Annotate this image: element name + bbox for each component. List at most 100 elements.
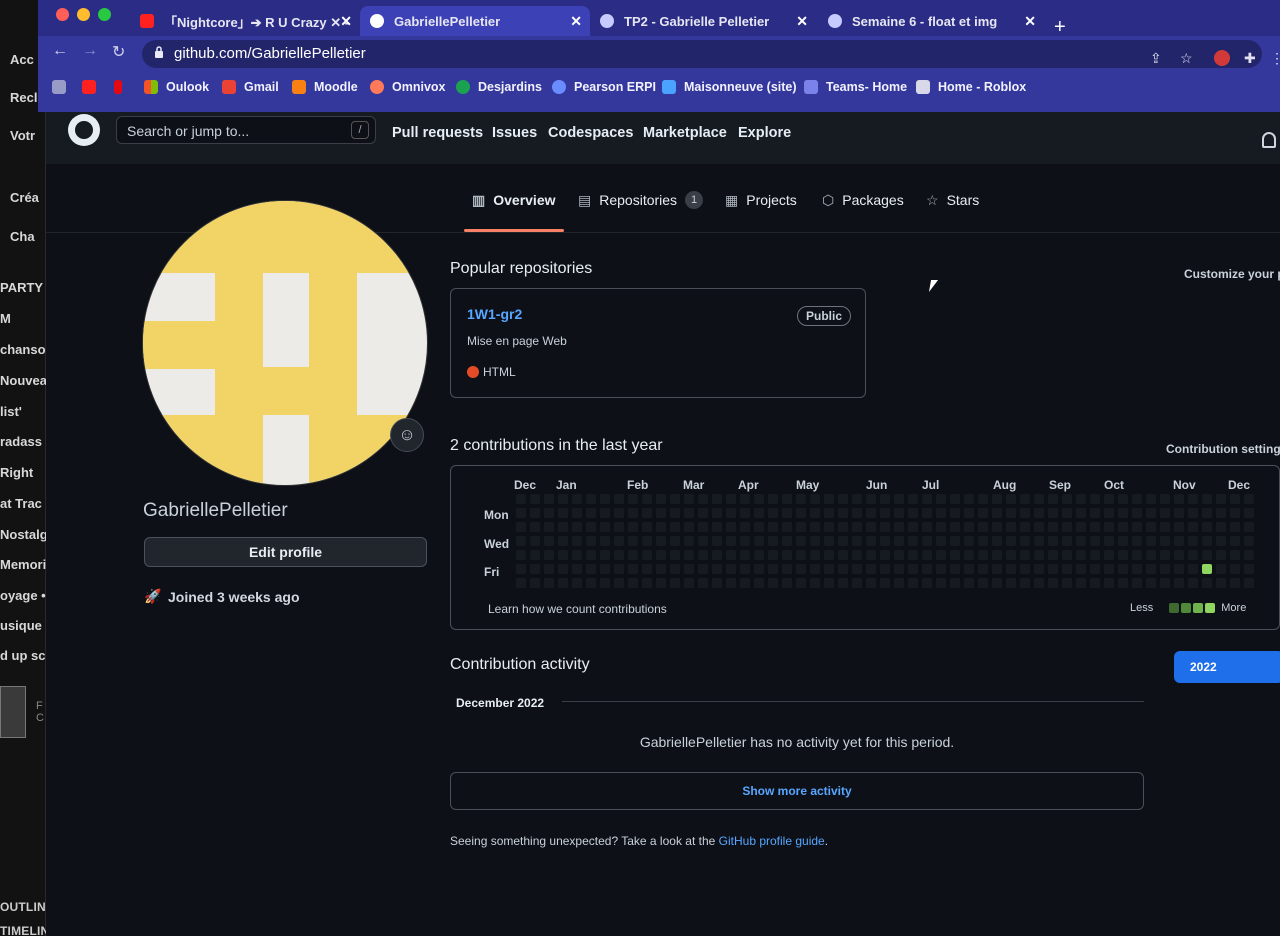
contribution-day-cell[interactable] (628, 578, 638, 588)
contribution-day-cell[interactable] (936, 578, 946, 588)
contribution-day-cell[interactable] (1034, 578, 1044, 588)
contribution-day-cell[interactable] (1118, 550, 1128, 560)
contribution-day-cell[interactable] (824, 494, 834, 504)
contribution-day-cell[interactable] (614, 564, 624, 574)
contribution-day-cell[interactable] (1048, 578, 1058, 588)
contribution-day-cell[interactable] (894, 494, 904, 504)
tab-repositories[interactable]: ▤ Repositories 1 (578, 191, 704, 209)
contribution-day-cell[interactable] (670, 578, 680, 588)
contribution-day-cell[interactable] (656, 508, 666, 518)
contribution-day-cell[interactable] (670, 522, 680, 532)
contribution-day-cell[interactable] (712, 564, 722, 574)
contribution-day-cell[interactable] (1216, 578, 1226, 588)
contribution-day-cell[interactable] (978, 550, 988, 560)
contribution-day-cell[interactable] (880, 494, 890, 504)
contribution-day-cell[interactable] (698, 536, 708, 546)
bookmark-oulook[interactable]: Oulook (144, 80, 209, 94)
contribution-day-cell[interactable] (796, 564, 806, 574)
contribution-day-cell[interactable] (754, 522, 764, 532)
contribution-day-cell[interactable] (768, 494, 778, 504)
bookmark-teams[interactable]: Teams- Home (804, 80, 907, 94)
contribution-day-cell[interactable] (1090, 494, 1100, 504)
contribution-day-cell[interactable] (740, 578, 750, 588)
contribution-day-cell[interactable] (684, 522, 694, 532)
contribution-day-cell[interactable] (698, 550, 708, 560)
contribution-day-cell[interactable] (1174, 508, 1184, 518)
contribution-day-cell[interactable] (726, 494, 736, 504)
contribution-day-cell[interactable] (908, 550, 918, 560)
contribution-day-cell[interactable] (922, 522, 932, 532)
contribution-day-cell[interactable] (670, 564, 680, 574)
contribution-day-cell[interactable] (698, 564, 708, 574)
contribution-day-cell[interactable] (782, 522, 792, 532)
contribution-day-cell[interactable] (656, 564, 666, 574)
nav-explore[interactable]: Explore (738, 125, 791, 141)
contribution-day-cell[interactable] (810, 578, 820, 588)
contribution-day-cell[interactable] (1048, 494, 1058, 504)
contribution-day-cell[interactable] (1104, 564, 1114, 574)
close-tab-icon[interactable]: ✕ (796, 13, 808, 30)
contribution-day-cell[interactable] (838, 536, 848, 546)
bookmark-roblox[interactable]: Home - Roblox (916, 80, 1026, 94)
notification-bell-icon[interactable] (1262, 132, 1276, 148)
contribution-day-cell[interactable] (754, 550, 764, 560)
contribution-day-cell[interactable] (824, 508, 834, 518)
close-window-button[interactable] (56, 8, 69, 21)
contribution-day-cell[interactable] (1020, 550, 1030, 560)
contribution-day-cell[interactable] (880, 508, 890, 518)
contribution-day-cell[interactable] (544, 578, 554, 588)
youtube-bookmark[interactable] (82, 80, 104, 94)
contribution-day-cell[interactable] (530, 522, 540, 532)
contribution-day-cell[interactable] (1188, 578, 1198, 588)
contribution-day-cell[interactable] (964, 536, 974, 546)
contribution-day-cell[interactable] (558, 522, 568, 532)
contribution-day-cell[interactable] (712, 508, 722, 518)
contribution-day-cell[interactable] (1118, 564, 1128, 574)
contribution-day-cell[interactable] (698, 494, 708, 504)
contribution-day-cell[interactable] (1160, 536, 1170, 546)
contribution-day-cell[interactable] (642, 508, 652, 518)
contribution-day-cell[interactable] (1034, 536, 1044, 546)
contribution-day-cell[interactable] (558, 536, 568, 546)
contribution-day-cell[interactable] (1244, 508, 1254, 518)
contribution-day-cell[interactable] (1034, 508, 1044, 518)
contribution-day-cell[interactable] (964, 564, 974, 574)
contribution-day-cell[interactable] (866, 536, 876, 546)
set-status-smiley-icon[interactable]: ☺ (390, 418, 424, 452)
contribution-day-cell[interactable] (684, 494, 694, 504)
contribution-day-cell[interactable] (600, 536, 610, 546)
contribution-day-cell[interactable] (614, 536, 624, 546)
contribution-day-cell[interactable] (796, 578, 806, 588)
contribution-day-cell[interactable] (516, 564, 526, 574)
contribution-day-cell[interactable] (642, 494, 652, 504)
contribution-day-cell[interactable] (824, 564, 834, 574)
contribution-day-cell[interactable] (1188, 564, 1198, 574)
contribution-day-cell[interactable] (558, 550, 568, 560)
contribution-day-cell[interactable] (1146, 578, 1156, 588)
back-icon[interactable]: ← (52, 42, 68, 60)
contribution-day-cell[interactable] (1230, 536, 1240, 546)
contribution-day-cell[interactable] (964, 578, 974, 588)
bookmark-star-icon[interactable]: ☆ (1180, 50, 1193, 67)
nav-marketplace[interactable]: Marketplace (643, 125, 727, 141)
contribution-day-cell[interactable] (740, 536, 750, 546)
contribution-day-cell[interactable] (1230, 564, 1240, 574)
contribution-day-cell[interactable] (754, 494, 764, 504)
contribution-day-cell[interactable] (670, 550, 680, 560)
contribution-day-cell[interactable] (1146, 536, 1156, 546)
contribution-day-cell[interactable] (1132, 536, 1142, 546)
contribution-day-cell[interactable] (866, 550, 876, 560)
contribution-day-cell[interactable] (964, 508, 974, 518)
contribution-day-cell[interactable] (600, 564, 610, 574)
contribution-day-cell[interactable] (544, 508, 554, 518)
contribution-day-cell[interactable] (1104, 536, 1114, 546)
contribution-day-cell[interactable] (1202, 564, 1212, 574)
contribution-day-cell[interactable] (936, 550, 946, 560)
nav-codespaces[interactable]: Codespaces (548, 125, 633, 141)
contribution-day-cell[interactable] (1230, 522, 1240, 532)
contribution-day-cell[interactable] (1090, 564, 1100, 574)
contribution-day-cell[interactable] (810, 536, 820, 546)
contribution-day-cell[interactable] (558, 494, 568, 504)
bookmark-moodle[interactable]: Moodle (292, 80, 358, 94)
contribution-day-cell[interactable] (1076, 550, 1086, 560)
